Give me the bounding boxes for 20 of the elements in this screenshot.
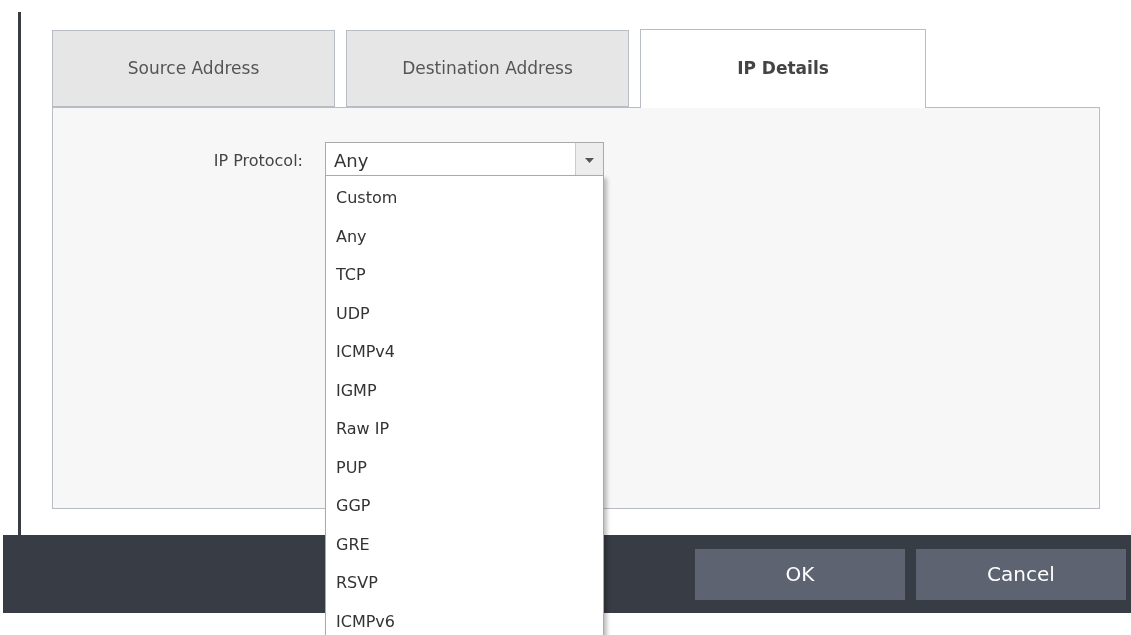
- dropdown-option[interactable]: Custom: [326, 179, 603, 218]
- dropdown-option[interactable]: GRE: [326, 525, 603, 564]
- ok-button[interactable]: OK: [695, 548, 905, 600]
- protocol-select[interactable]: Any: [325, 142, 604, 178]
- tab[interactable]: Destination Address: [346, 30, 629, 107]
- dropdown-option[interactable]: ICMPv6: [326, 602, 603, 635]
- dropdown-option[interactable]: RSVP: [326, 564, 603, 603]
- dropdown-option[interactable]: IGMP: [326, 371, 603, 410]
- dropdown-option[interactable]: Raw IP: [326, 410, 603, 449]
- dropdown-option[interactable]: Any: [326, 217, 603, 256]
- select-value: Any: [333, 148, 370, 173]
- dropdown-option[interactable]: ICMPv4: [326, 333, 603, 372]
- cancel-button[interactable]: Cancel: [916, 548, 1126, 600]
- dropdown-option[interactable]: UDP: [326, 294, 603, 333]
- tab[interactable]: IP Details: [640, 29, 926, 108]
- dropdown-option[interactable]: GGP: [326, 487, 603, 526]
- dropdown-option[interactable]: TCP: [326, 256, 603, 295]
- tab[interactable]: Source Address: [52, 30, 335, 107]
- dropdown-option[interactable]: PUP: [326, 448, 603, 487]
- field-label: IP Protocol:: [212, 150, 303, 172]
